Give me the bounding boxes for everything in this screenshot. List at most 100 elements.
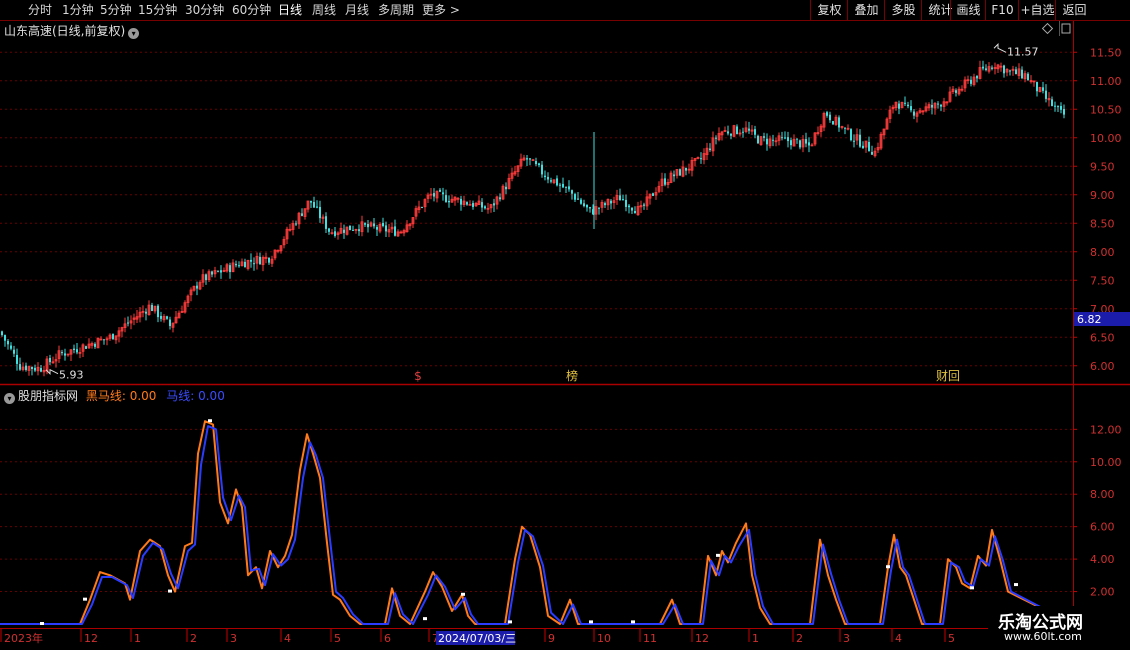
candle-body [586, 204, 588, 208]
candle-body [313, 202, 315, 208]
candle-body [493, 203, 495, 206]
period-tab-1[interactable]: 1分钟 [62, 2, 94, 18]
period-tab-10[interactable]: 更多 > [422, 2, 460, 18]
candle-body [295, 223, 297, 225]
candle-body [505, 186, 507, 190]
candle-body [730, 133, 732, 136]
candle-body [538, 163, 540, 166]
candle-body [238, 265, 240, 267]
period-tab-3[interactable]: 15分钟 [138, 2, 177, 18]
time-axis-label: 1 [752, 632, 759, 645]
price-tick-label: 6.00 [1090, 360, 1115, 373]
candle-body [868, 141, 870, 152]
candle-body [727, 131, 729, 134]
period-tab-9[interactable]: 多周期 [378, 2, 414, 18]
candle-body [253, 263, 255, 265]
candle-body [49, 357, 51, 363]
candle-body [664, 178, 666, 185]
candle-body [562, 183, 564, 188]
candle-body [709, 148, 711, 151]
candle-body [634, 211, 636, 214]
period-tab-0[interactable]: 分时 [28, 2, 52, 18]
toolbar-button-4[interactable]: 画线 [950, 0, 986, 20]
candle-body [565, 186, 567, 188]
chevron-down-icon[interactable]: ▾ [4, 393, 15, 404]
time-axis-label: 4 [284, 632, 291, 645]
candle-body [898, 103, 900, 109]
candle-body [838, 117, 840, 128]
candle-body [217, 270, 219, 272]
candle-body [796, 138, 798, 140]
candle-body [679, 169, 681, 176]
event-marker[interactable]: $ [414, 369, 422, 383]
period-tab-6[interactable]: 日线 [278, 2, 302, 18]
period-tab-7[interactable]: 周线 [312, 2, 336, 18]
indicator-tick-label: 4.00 [1090, 553, 1115, 566]
panel-toggle-icon[interactable] [1061, 23, 1071, 34]
candle-body [805, 139, 807, 144]
candle-body [103, 339, 105, 341]
indicator-lines [0, 419, 1074, 625]
candle-body [310, 200, 312, 203]
chevron-down-icon[interactable]: ▾ [128, 28, 140, 39]
toolbar-button-5[interactable]: F10 [985, 0, 1019, 20]
candle-body [589, 207, 591, 209]
candle-body [757, 135, 759, 144]
signal-mark [508, 620, 512, 624]
toolbar-button-1[interactable]: 叠加 [847, 0, 885, 20]
toolbar-button-7[interactable]: 返回 [1055, 0, 1093, 20]
candle-body [652, 193, 654, 196]
candle-body [244, 261, 246, 268]
candle-body [970, 79, 972, 84]
kline-chart-canvas[interactable]: 11.50 11.00 10.50 10.00 9.50 9.00 8.50 8.00 7.50… [0, 0, 1130, 650]
candle-body [7, 340, 9, 345]
candle-body [784, 137, 786, 139]
candle-body [151, 304, 153, 311]
event-marker[interactable]: 财回 [936, 369, 960, 383]
candle-body [16, 355, 18, 364]
candle-body [787, 137, 789, 142]
candle-body [766, 138, 768, 145]
candle-body [13, 349, 15, 354]
price-tick-label: 9.00 [1090, 189, 1115, 202]
candle-body [166, 316, 168, 319]
event-marker[interactable]: 榜 [566, 368, 578, 383]
watermark: 乐淘公式网 www.60lt.com [988, 606, 1130, 650]
toolbar-button-2[interactable]: 多股 [884, 0, 922, 20]
candle-body [385, 225, 387, 232]
price-tick-label: 11.00 [1090, 75, 1122, 88]
time-axis-label: 9 [548, 632, 555, 645]
watermark-url: www.60lt.com [1004, 630, 1082, 643]
candle-body [127, 322, 129, 324]
time-axis-label: 5 [948, 632, 955, 645]
indicator-name[interactable]: 股朋指标网 [18, 389, 78, 403]
candle-body [976, 75, 978, 79]
candle-body [844, 127, 846, 129]
time-axis-label: 11 [643, 632, 657, 645]
candle-body [574, 194, 576, 200]
candle-body [541, 164, 543, 175]
candle-body [910, 106, 912, 111]
candle-body [31, 366, 33, 369]
candle-body [544, 175, 546, 178]
period-tab-5[interactable]: 60分钟 [232, 2, 271, 18]
candle-body [1003, 65, 1005, 74]
indicator-tick-label: 8.00 [1090, 488, 1115, 501]
indicator-series-line [0, 420, 1074, 625]
candle-body [205, 274, 207, 280]
candle-body [991, 67, 993, 69]
diamond-icon[interactable] [1041, 22, 1054, 35]
candle-body [610, 200, 612, 204]
candle-body [10, 345, 12, 349]
toolbar-button-0[interactable]: 复权 [810, 0, 848, 20]
candle-body [220, 270, 222, 273]
candle-body [442, 192, 444, 195]
period-tab-2[interactable]: 5分钟 [100, 2, 132, 18]
period-tab-4[interactable]: 30分钟 [185, 2, 224, 18]
toolbar-button-6[interactable]: +自选 [1018, 0, 1056, 20]
price-axis: 11.50 11.00 10.50 10.00 9.50 9.00 8.50 8.00 7.50… [1073, 46, 1130, 373]
candle-body [268, 257, 270, 263]
period-tab-8[interactable]: 月线 [345, 2, 369, 18]
candle-body [19, 364, 21, 370]
candle-body [439, 189, 441, 192]
